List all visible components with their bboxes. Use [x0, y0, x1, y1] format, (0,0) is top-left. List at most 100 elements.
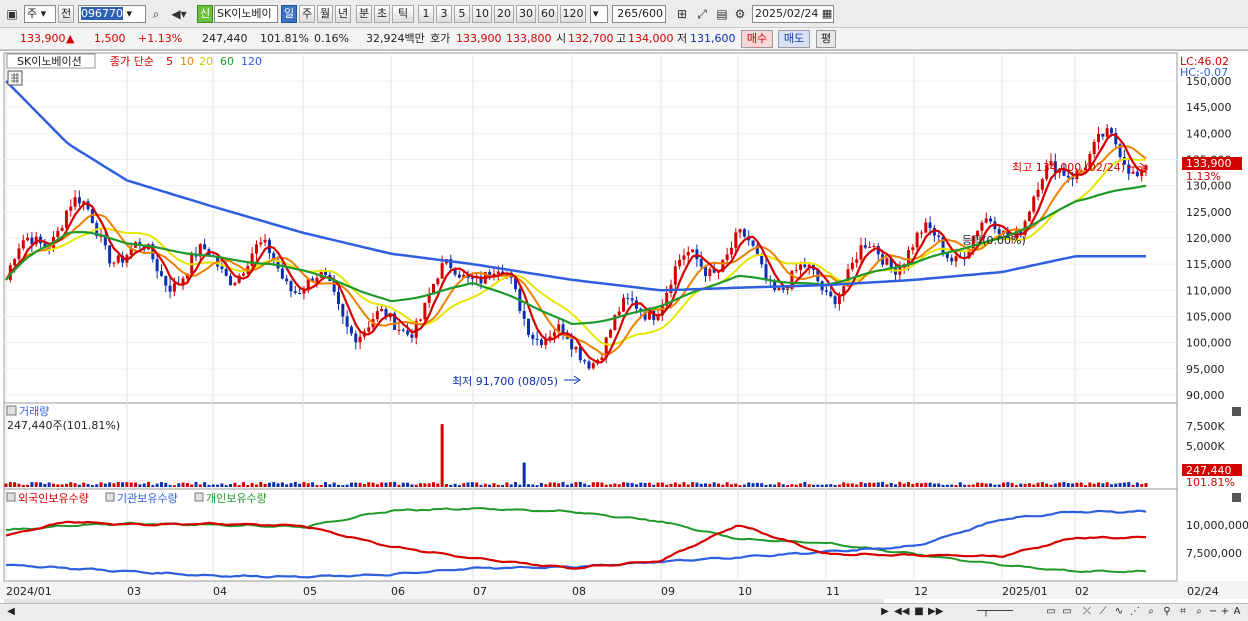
volume-tick-2: 5,000K [1186, 440, 1225, 453]
candle-body [868, 247, 872, 249]
pin-tool-icon[interactable]: ⚲ [1160, 605, 1174, 619]
period-tick[interactable]: 틱 [392, 5, 414, 23]
interval-1[interactable]: 1 [418, 5, 434, 23]
candle-body [324, 271, 328, 275]
trend-tool-icon[interactable]: ⟋ [1096, 605, 1110, 619]
candle-body [751, 240, 755, 246]
period-week[interactable]: 주 [299, 5, 315, 23]
volume-bar [1118, 483, 1122, 487]
layout-icon-1[interactable]: ▭ [1044, 605, 1058, 619]
search-tool-icon[interactable]: ⌕ [1192, 605, 1206, 619]
x-axis-label: 10 [738, 585, 752, 598]
interval-10[interactable]: 10 [472, 5, 492, 23]
candle-body [17, 248, 21, 260]
fan-tool-icon[interactable]: ⋰ [1128, 605, 1142, 619]
turnover-percent: 0.16% [314, 32, 349, 45]
interval-5[interactable]: 5 [454, 5, 470, 23]
prev-button[interactable]: 전 [58, 5, 74, 23]
low-price: 131,600 [690, 32, 736, 45]
scroll-left-icon[interactable]: ◀ [4, 605, 18, 619]
bar-count-field[interactable]: 265/600 [612, 5, 666, 23]
period-year[interactable]: 년 [335, 5, 351, 23]
gear-icon[interactable]: ⚙ [732, 5, 748, 23]
calendar-icon[interactable]: ▦ [822, 7, 832, 20]
axis-layer: 150,000145,000140,000135,000130,000125,0… [1186, 75, 1232, 402]
date-field[interactable]: 2025/02/24 ▦ [752, 5, 834, 23]
candle-body [457, 274, 461, 278]
save-icon[interactable]: ▤ [714, 5, 730, 23]
price-pane [3, 52, 1178, 404]
font-size-icon[interactable]: A [1230, 605, 1244, 619]
interval-30[interactable]: 30 [516, 5, 536, 23]
wave-tool-icon[interactable]: ∿ [1112, 605, 1126, 619]
individual-legend-icon[interactable] [194, 492, 204, 502]
zoom-slider[interactable]: ─┬──── [950, 605, 1040, 619]
candle-body [419, 319, 423, 321]
ma-60-label: 60 [220, 55, 234, 68]
layout-icon-2[interactable]: ▭ [1060, 605, 1074, 619]
eval-button[interactable]: 평 [816, 30, 836, 48]
volume-bar [1045, 483, 1049, 487]
interval-3[interactable]: 3 [436, 5, 452, 23]
candle-body [682, 255, 686, 260]
volume-bar [1101, 483, 1105, 487]
volume-bar [470, 482, 474, 487]
candle-body [937, 235, 941, 237]
forward-icon[interactable]: ▶▶ [928, 605, 943, 619]
volume-pane-toggle-icon[interactable] [6, 405, 17, 416]
foreign-legend-icon[interactable] [6, 492, 16, 502]
volume-bar [941, 484, 945, 487]
interval-dropdown[interactable]: ▾ [590, 5, 608, 23]
holding-pane-close-icon[interactable] [1232, 493, 1241, 502]
volume-bar [518, 484, 522, 487]
stock-name-field[interactable]: SK이노베이 [214, 5, 278, 23]
candle-body [924, 222, 928, 233]
period-second[interactable]: 초 [374, 5, 390, 23]
buy-button[interactable]: 매수 [741, 30, 773, 48]
indicator-icon[interactable]: ⊞ [674, 5, 690, 23]
volume-bar [142, 483, 146, 487]
volume-bar [539, 482, 543, 487]
volume-bar [384, 482, 388, 487]
volume-bar [587, 485, 591, 487]
volume-bar [302, 481, 306, 487]
chart-canvas[interactable]: 150,000145,000140,000135,000130,000125,0… [0, 51, 1248, 604]
interval-120[interactable]: 120 [560, 5, 586, 23]
market-select[interactable]: 주 ▾ [24, 5, 56, 23]
ruler-tool-icon[interactable]: ⌗ [1176, 605, 1190, 619]
volume-bar [768, 484, 772, 487]
candle-body [224, 268, 228, 276]
sell-button[interactable]: 매도 [778, 30, 810, 48]
draw-tool-icon[interactable]: ⤢ [694, 5, 710, 23]
candle-body [907, 250, 910, 265]
volume-bar [125, 482, 129, 487]
stop-icon[interactable]: ■ [912, 605, 926, 619]
period-day[interactable]: 일 [281, 5, 297, 23]
cross-tool-icon[interactable]: ⤫ [1080, 605, 1094, 619]
period-minute[interactable]: 분 [356, 5, 372, 23]
rewind-icon[interactable]: ◀◀ [894, 605, 909, 619]
x-axis-label: 07 [473, 585, 487, 598]
candle-body [859, 245, 863, 260]
candle-body [496, 271, 500, 274]
volume-bar [803, 481, 807, 487]
volume-bar [514, 482, 518, 487]
search-icon[interactable]: ⌕ [148, 5, 164, 23]
volume-bar [1019, 483, 1023, 487]
interval-60[interactable]: 60 [538, 5, 558, 23]
period-month[interactable]: 월 [317, 5, 333, 23]
zoom-tool-icon[interactable]: ⌕ [1144, 605, 1158, 619]
volume-bar [1127, 482, 1131, 487]
institution-legend-icon[interactable] [105, 492, 115, 502]
chart-area[interactable]: 150,000145,000140,000135,000130,000125,0… [0, 50, 1248, 604]
volume-summary: 247,440주(101.81%) [7, 419, 120, 432]
scroll-right-icon[interactable]: ▶ [878, 605, 892, 619]
volume-bar [427, 483, 431, 487]
window-icon[interactable]: ▣ [4, 5, 20, 23]
volume-pane-close-icon[interactable] [1232, 407, 1241, 416]
volume-bar [829, 484, 833, 487]
stock-code-input[interactable]: 096770 ▾ [78, 5, 146, 23]
price-tick-label: 120,000 [1186, 232, 1232, 245]
interval-20[interactable]: 20 [494, 5, 514, 23]
speaker-icon[interactable]: ◀▾ [166, 5, 192, 23]
